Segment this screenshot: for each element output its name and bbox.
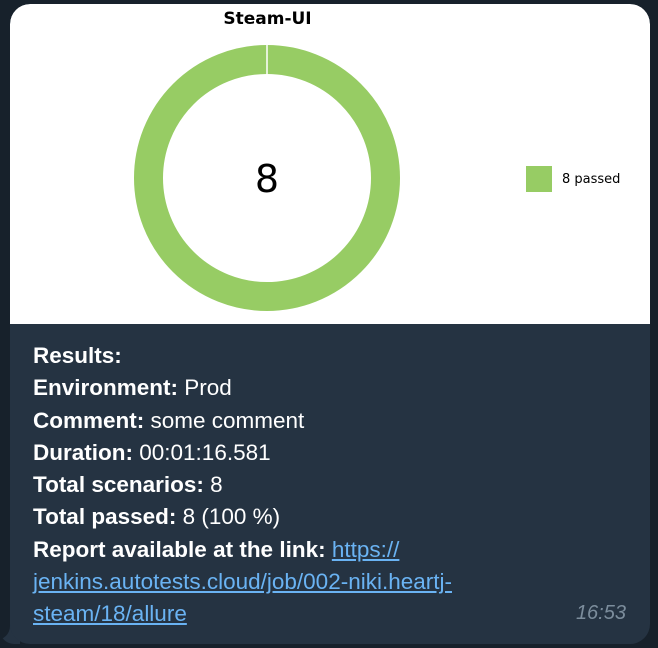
environment-label: Environment: [33, 375, 179, 401]
legend-swatch-passed [526, 166, 552, 192]
donut-center-label: 8 [255, 157, 279, 201]
comment-label: Comment: [33, 407, 145, 433]
report-label: Report available at the link: [33, 536, 326, 562]
duration-value: 00:01:16.581 [133, 439, 271, 465]
report-link-line-2: jenkins.autotests.cloud/job/002-niki.hea… [33, 566, 633, 598]
duration-line: Duration: 00:01:16.581 [33, 437, 633, 469]
comment-value: some comment [144, 407, 305, 433]
environment-value: Prod [178, 375, 232, 401]
total-scenarios-value: 8 [203, 472, 223, 498]
total-scenarios-label: Total scenarios: [33, 472, 204, 498]
chart-image[interactable]: Steam-UI 8 8 passed [10, 4, 650, 324]
environment-line: Environment: Prod [33, 372, 633, 404]
report-link-part-3[interactable]: steam/18/allure [33, 601, 187, 626]
message-time: 16:53 [575, 602, 626, 624]
chart-legend: 8 passed [526, 166, 620, 192]
comment-line: Comment: some comment [33, 405, 633, 437]
report-link-part-2[interactable]: jenkins.autotests.cloud/job/002-niki.hea… [33, 569, 452, 594]
report-line: Report available at the link: https:// [33, 534, 633, 566]
report-link-line-3: steam/18/allure [33, 598, 633, 630]
donut-chart: 8 [134, 44, 400, 311]
legend-label-passed: 8 passed [562, 171, 621, 187]
report-link-part-1[interactable]: https:// [332, 537, 400, 562]
message-text: Results: Environment: Prod Comment: some… [33, 340, 633, 631]
total-scenarios-line: Total scenarios: 8 [33, 469, 633, 501]
total-passed-value: 8 (100 %) [176, 504, 281, 530]
results-line: Results: [33, 340, 633, 372]
total-passed-label: Total passed: [33, 504, 177, 530]
results-label: Results: [33, 343, 122, 368]
message-bubble[interactable]: Steam-UI 8 8 passed Results: Environment… [10, 4, 650, 644]
total-passed-line: Total passed: 8 (100 %) [33, 501, 633, 533]
duration-label: Duration: [33, 439, 133, 465]
